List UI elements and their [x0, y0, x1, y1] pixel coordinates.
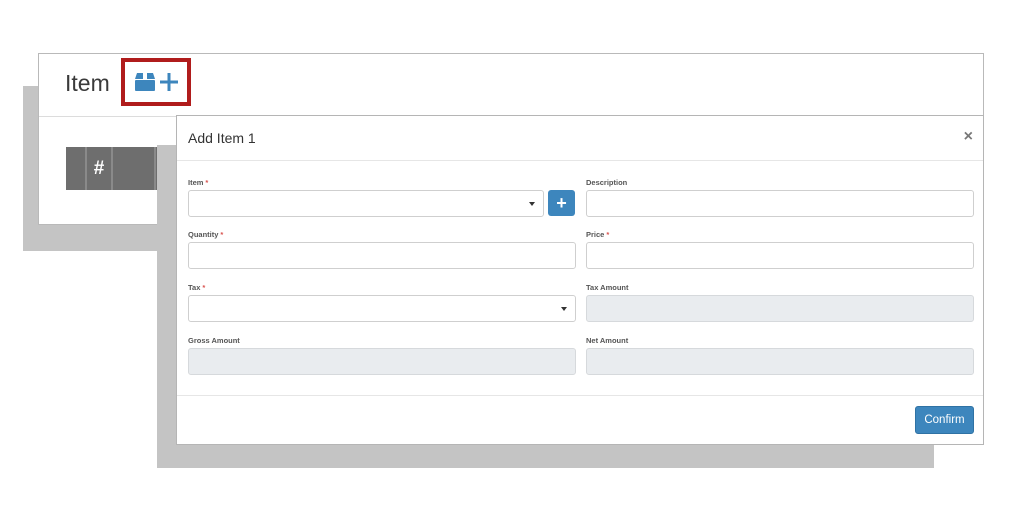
- net-amount-field: [586, 348, 974, 375]
- table-header-number: #: [87, 147, 113, 190]
- item-page-header: Item: [39, 54, 983, 117]
- quantity-label: Quantity *: [188, 230, 224, 239]
- caret-down-icon: [561, 307, 567, 311]
- gross-amount-label: Gross Amount: [188, 336, 240, 345]
- add-new-item-button[interactable]: +: [548, 190, 575, 216]
- caret-down-icon: [529, 202, 535, 206]
- item-label: Item *: [188, 178, 209, 187]
- tax-select[interactable]: [188, 295, 576, 322]
- add-item-modal: Add Item 1 × Item * + Description Quantit…: [176, 115, 984, 445]
- close-icon[interactable]: ×: [964, 128, 973, 146]
- table-header-cell: [113, 147, 156, 190]
- tax-amount-field: [586, 295, 974, 322]
- net-amount-label: Net Amount: [586, 336, 629, 345]
- page-title: Item: [65, 70, 110, 96]
- modal-header: Add Item 1 ×: [177, 116, 983, 161]
- quantity-input[interactable]: [188, 242, 576, 269]
- add-item-button[interactable]: [121, 58, 191, 106]
- description-input[interactable]: [586, 190, 974, 217]
- modal-title: Add Item 1: [188, 130, 256, 146]
- price-input[interactable]: [586, 242, 974, 269]
- modal-footer-divider: [177, 395, 983, 396]
- gross-amount-field: [188, 348, 576, 375]
- box-icon: [134, 73, 155, 91]
- table-header-cell: [66, 147, 87, 190]
- description-label: Description: [586, 178, 628, 187]
- tax-label: Tax *: [188, 283, 206, 292]
- confirm-button[interactable]: Confirm: [915, 406, 974, 434]
- price-label: Price *: [586, 230, 610, 239]
- tax-amount-label: Tax Amount: [586, 283, 629, 292]
- item-select[interactable]: [188, 190, 544, 217]
- plus-icon: [159, 73, 178, 91]
